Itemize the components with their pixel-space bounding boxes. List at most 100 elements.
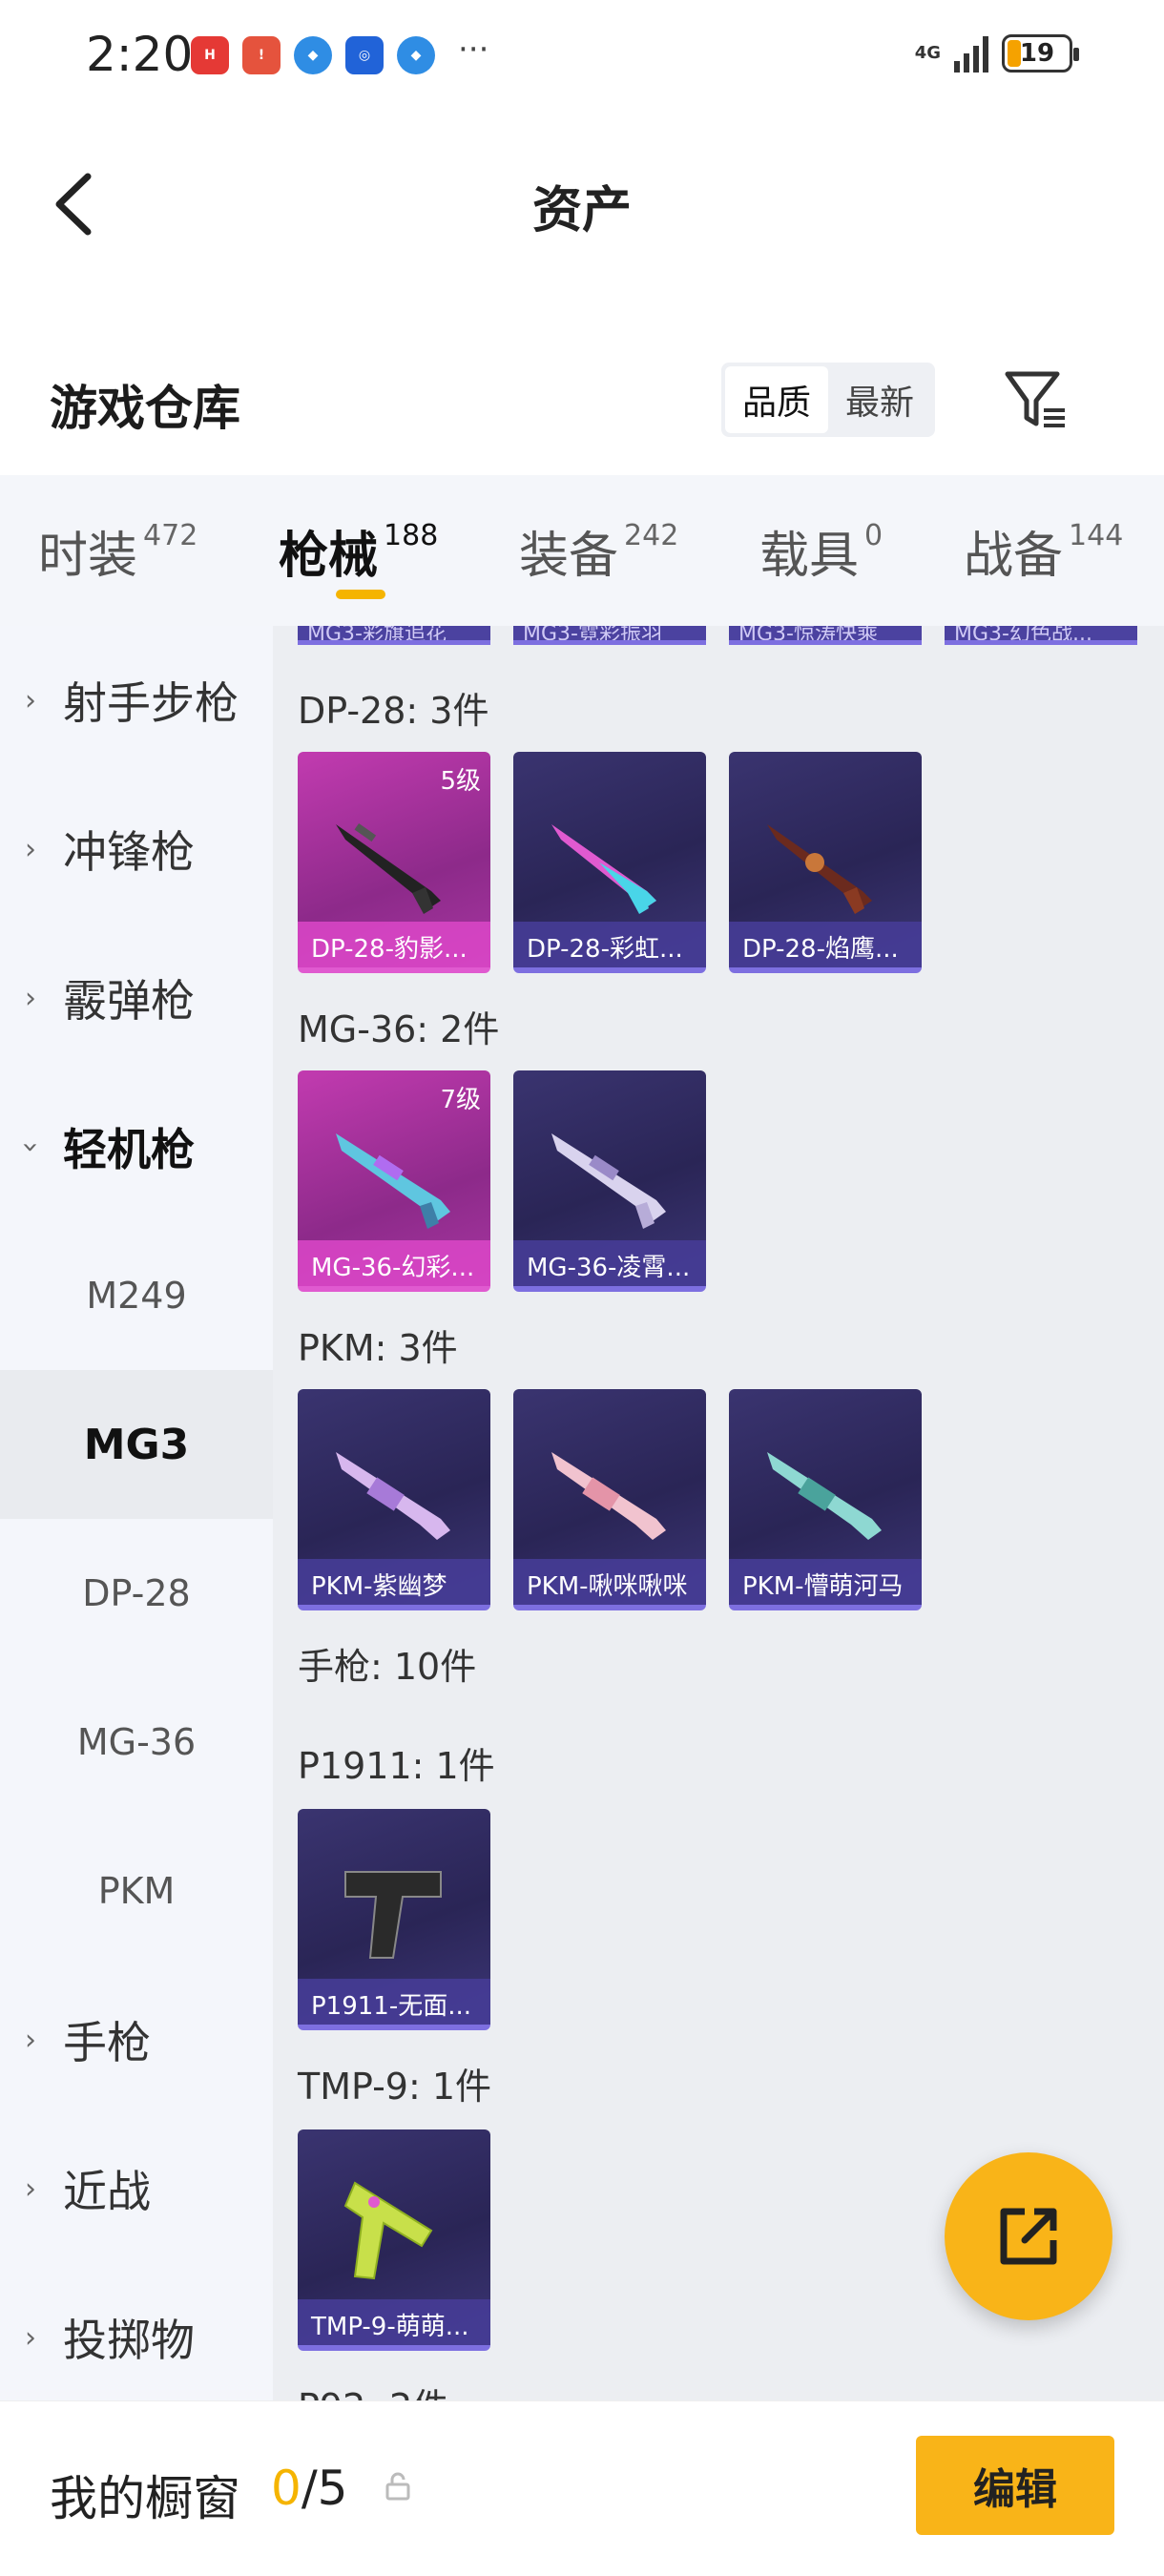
weapon-card[interactable]: DP-28-焰鹰... <box>729 752 922 973</box>
sort-newest-button[interactable]: 最新 <box>828 366 931 433</box>
weapon-name: MG-36-幻彩... <box>298 1240 490 1286</box>
sidebar-item-label: 手枪 <box>63 2017 151 2068</box>
sidebar-sub-m249[interactable]: M249 <box>0 1221 273 1370</box>
tab-count: 188 <box>384 519 439 552</box>
edit-button[interactable]: 编辑 <box>916 2436 1114 2535</box>
weapon-card[interactable]: P1911-无面... <box>298 1809 490 2030</box>
sidebar-sub-mg3[interactable]: MG3 <box>0 1370 273 1519</box>
sort-quality-button[interactable]: 品质 <box>725 366 829 433</box>
sidebar-item-shotgun[interactable]: › 霰弹枪 <box>0 924 273 1072</box>
status-right: 4G 19 <box>914 34 1079 73</box>
chevron-right-icon: › <box>25 2023 36 2057</box>
tab-label: 枪械 <box>279 528 379 585</box>
huawei-app-icon: H <box>191 36 229 74</box>
weapon-name: MG-36-凌霄... <box>513 1240 706 1286</box>
rifle-icon <box>336 1452 450 1540</box>
chevron-right-icon: › <box>25 2320 36 2355</box>
weapon-card[interactable]: 7级 MG-36-幻彩... <box>298 1070 490 1292</box>
filter-icon <box>1005 371 1065 427</box>
tab-supplies[interactable]: 战备 144 <box>964 515 1123 587</box>
tab-firearms[interactable]: 枪械 188 <box>279 515 438 587</box>
battery-icon: 19 <box>1002 34 1079 73</box>
section-title-dp28: DP-28: 3件 <box>298 690 489 732</box>
weapon-name: PKM-紫幽梦 <box>298 1559 490 1605</box>
weapon-name: PKM-懵萌河马 <box>729 1559 922 1605</box>
sidebar-sub-mg36[interactable]: MG-36 <box>0 1668 273 1817</box>
chevron-right-icon: › <box>25 683 36 717</box>
category-tabs: 时装 472 枪械 188 装备 242 载具 0 战备 144 <box>0 475 1164 626</box>
rifle-icon <box>336 1133 450 1229</box>
mg3-item-card[interactable]: MG3-霓彩振羽 <box>513 626 706 645</box>
sidebar-item-pistol[interactable]: › 手枪 <box>0 1965 273 2114</box>
sidebar-item-label: 轻机枪 <box>63 1124 195 1175</box>
weapon-name: TMP-9-萌萌... <box>298 2299 490 2345</box>
mg3-item-card[interactable]: MG3-彩旗追花 <box>298 626 490 645</box>
chevron-right-icon: › <box>25 2171 36 2206</box>
weapon-card[interactable]: TMP-9-萌萌... <box>298 2129 490 2351</box>
smg-icon <box>343 2181 433 2280</box>
tab-label: 时装 <box>38 528 138 585</box>
chevron-right-icon: › <box>25 832 36 866</box>
showcase-count: 0/5 <box>271 2461 347 2516</box>
more-notifications-icon: ··· <box>458 31 489 69</box>
sort-toggle: 品质 最新 <box>721 363 936 437</box>
alert-app-icon: ! <box>242 36 281 74</box>
tab-equipment[interactable]: 装备 242 <box>519 515 678 587</box>
pistol-icon <box>344 1871 442 1959</box>
showcase-bar: 我的橱窗 0/5 编辑 <box>0 2400 1164 2576</box>
sidebar-item-smg[interactable]: › 冲锋枪 <box>0 775 273 924</box>
weapon-card[interactable]: PKM-懵萌河马 <box>729 1389 922 1610</box>
weapon-name: DP-28-彩虹... <box>513 922 706 967</box>
rifle-icon <box>551 1452 666 1540</box>
weapon-name: P1911-无面... <box>298 1979 490 2025</box>
weapon-card[interactable]: 5级 DP-28-豹影... <box>298 752 490 973</box>
section-title-p92: P92: 2件 <box>298 2378 448 2400</box>
weapon-card[interactable]: MG-36-凌霄... <box>513 1070 706 1292</box>
weapon-card[interactable]: PKM-啾咪啾咪 <box>513 1389 706 1610</box>
browser-app-icon-2: ◆ <box>397 36 435 74</box>
tab-fashion[interactable]: 时装 472 <box>38 515 197 587</box>
sidebar-sub-pkm[interactable]: PKM <box>0 1817 273 1965</box>
signal-icon <box>954 34 988 73</box>
chevron-right-icon: › <box>25 981 36 1015</box>
sidebar-item-melee[interactable]: › 近战 <box>0 2114 273 2263</box>
sidebar-sub-dp28[interactable]: DP-28 <box>0 1519 273 1668</box>
share-external-icon <box>1000 2208 1057 2265</box>
weapon-card[interactable]: PKM-紫幽梦 <box>298 1389 490 1610</box>
rifle-icon <box>767 1452 882 1540</box>
network-indicator: 4G <box>914 43 941 63</box>
tab-count: 144 <box>1069 519 1124 552</box>
lock-icon <box>385 2472 410 2501</box>
tab-count: 0 <box>864 519 883 552</box>
weapon-name: DP-28-焰鹰... <box>729 922 922 967</box>
showcase-total: /5 <box>301 2461 348 2516</box>
sidebar-item-label: 霰弹枪 <box>63 975 195 1027</box>
weapon-level: 7级 <box>440 1086 481 1114</box>
sidebar-item-label: 近战 <box>63 2166 151 2217</box>
sidebar-item-marksman-rifle[interactable]: › 射手步枪 <box>0 626 273 775</box>
page-title: 资产 <box>531 182 632 239</box>
share-button[interactable] <box>945 2152 1112 2320</box>
tab-vehicles[interactable]: 载具 0 <box>759 515 883 587</box>
chevron-down-icon: › <box>13 1141 48 1153</box>
weapon-card[interactable]: DP-28-彩虹... <box>513 752 706 973</box>
tab-label: 装备 <box>519 528 619 585</box>
rifle-icon <box>336 822 441 914</box>
sidebar-item-throwable[interactable]: › 投掷物 <box>0 2263 273 2412</box>
filter-button[interactable] <box>1002 366 1069 433</box>
section-title-mg36: MG-36: 2件 <box>298 1008 500 1050</box>
sidebar-item-lmg[interactable]: › 轻机枪 <box>0 1072 273 1221</box>
notification-icons: H ! ◆ ◎ ◆ ··· <box>191 31 488 74</box>
sidebar-item-label: 投掷物 <box>63 2315 195 2366</box>
weapon-category-sidebar: › 射手步枪 › 冲锋枪 › 霰弹枪 › 轻机枪 M249 MG3 DP-28 … <box>0 626 273 2400</box>
mg3-item-card[interactable]: MG3-惊涛快乘 <box>729 626 922 645</box>
status-time: 2:20 <box>86 27 194 82</box>
battery-level: 19 <box>1019 39 1055 68</box>
warehouse-title: 游戏仓库 <box>50 381 240 436</box>
tab-label: 战备 <box>964 528 1064 585</box>
rifle-icon <box>767 824 872 914</box>
mg3-item-card[interactable]: MG3-幻色战... <box>945 626 1137 645</box>
page-header: 资产 <box>0 134 1164 267</box>
bulb-app-icon: ◎ <box>345 36 384 74</box>
showcase-current: 0 <box>271 2461 301 2516</box>
